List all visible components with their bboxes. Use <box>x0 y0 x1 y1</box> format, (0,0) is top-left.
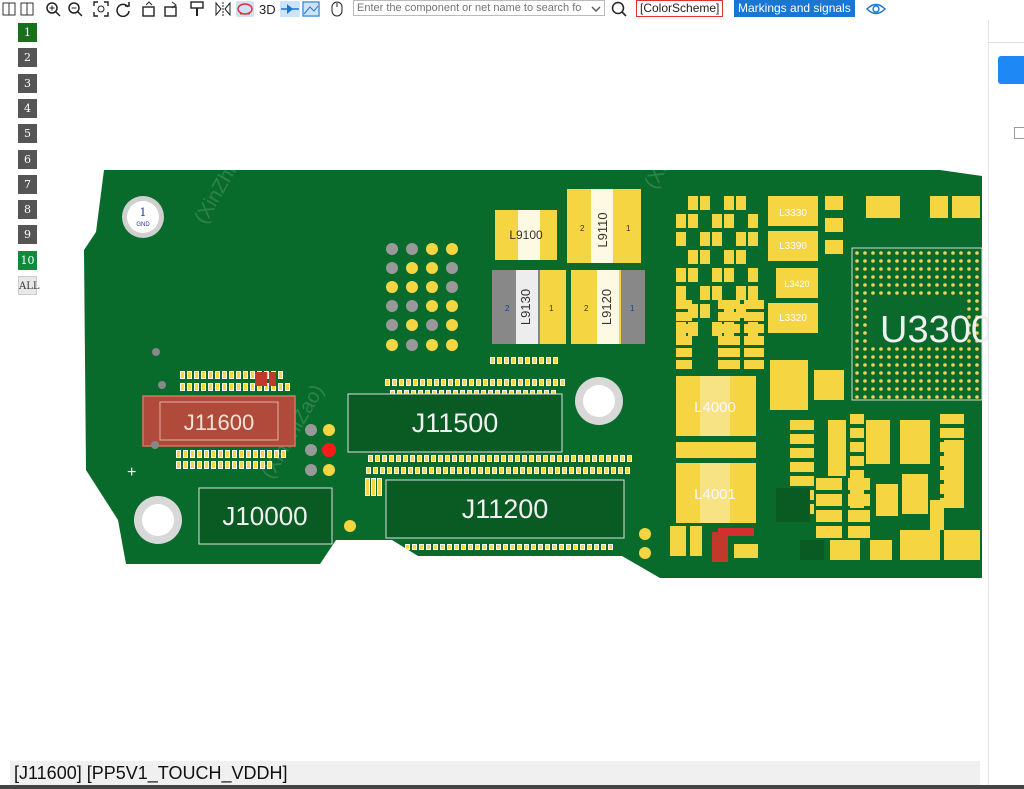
via-3 <box>305 464 317 476</box>
origin-cross: + <box>127 464 136 481</box>
mount-hole-left-inner <box>142 504 174 536</box>
panel-toggle-right-icon[interactable] <box>20 1 34 17</box>
image-compare-icon[interactable] <box>302 1 320 17</box>
svg-text:L3390: L3390 <box>779 241 807 252</box>
color-scheme-button[interactable]: [ColorScheme] <box>636 0 724 17</box>
inductor-l9100[interactable]: L9100 <box>495 210 557 260</box>
zoom-out-icon[interactable] <box>67 1 83 17</box>
svg-text:1: 1 <box>626 224 631 233</box>
rotate-left-icon[interactable] <box>141 1 157 17</box>
board-side-icon[interactable] <box>236 1 254 17</box>
connector-j11500[interactable]: J11500 <box>347 393 563 453</box>
pad-5 <box>323 464 335 476</box>
view-3d-button[interactable]: 3D <box>259 1 276 17</box>
inductor-l3320[interactable]: L3320 <box>768 303 818 333</box>
layer-button-7[interactable]: 7 <box>18 174 37 194</box>
layer-button-8[interactable]: 8 <box>18 200 37 220</box>
svg-text:1: 1 <box>549 304 554 313</box>
right-side-panel <box>988 20 1024 789</box>
panel-tab-divider <box>989 42 1024 43</box>
layer-button-1[interactable]: 1 <box>18 23 37 42</box>
via-1 <box>305 424 317 436</box>
layer-button-9[interactable]: 9 <box>18 225 37 245</box>
svg-text:J11500: J11500 <box>412 408 499 438</box>
svg-text:L3420: L3420 <box>784 279 809 289</box>
via-small-1 <box>152 348 160 356</box>
refresh-icon[interactable] <box>115 1 131 17</box>
chevron-down-icon[interactable] <box>590 1 602 17</box>
inductor-l4000[interactable]: L4000 <box>676 376 756 436</box>
via-2 <box>305 444 317 456</box>
via-small-3 <box>151 441 159 449</box>
svg-text:L9120: L9120 <box>599 289 614 325</box>
inductor-l9110[interactable]: L9110 2 1 <box>567 189 641 263</box>
search-input[interactable] <box>353 0 605 16</box>
svg-text:J11600: J11600 <box>184 410 255 435</box>
svg-text:2: 2 <box>505 304 510 313</box>
markings-signals-button[interactable]: Markings and signals <box>734 0 855 17</box>
inductor-l3330[interactable]: L3330 <box>768 196 818 226</box>
pcb-board-view[interactable]: (XinZhiZao) (XinZhiZao) (XinZhiZao) 1 GN… <box>0 0 1024 789</box>
zoom-in-icon[interactable] <box>45 1 61 17</box>
inductor-l9120[interactable]: L9120 2 1 <box>571 270 645 344</box>
inductor-l3420[interactable]: L3420 <box>776 268 818 298</box>
gnd-hole-number: 1 <box>140 206 147 219</box>
layer-button-5[interactable]: 5 <box>18 124 37 144</box>
panel-checkbox[interactable] <box>1014 127 1024 139</box>
layer-button-10[interactable]: 10 <box>18 250 37 270</box>
svg-text:2: 2 <box>580 224 585 233</box>
pad-4 <box>323 424 335 436</box>
svg-text:J10000: J10000 <box>222 501 307 531</box>
svg-text:L4000: L4000 <box>694 399 736 416</box>
svg-text:L3320: L3320 <box>779 313 807 324</box>
svg-text:L3330: L3330 <box>779 208 807 219</box>
window-bottom-border <box>0 785 1024 789</box>
inductor-l4001[interactable]: L4001 <box>676 463 756 523</box>
mirror-icon[interactable] <box>214 1 232 17</box>
via-small-2 <box>158 381 166 389</box>
rotate-right-icon[interactable] <box>163 1 179 17</box>
pad-6 <box>344 520 356 532</box>
fit-view-icon[interactable] <box>93 1 109 17</box>
svg-text:L9130: L9130 <box>518 289 533 325</box>
search-icon[interactable] <box>611 1 627 17</box>
gnd-hole-label: GND <box>136 222 150 228</box>
pad-7 <box>639 528 651 540</box>
svg-text:U3300: U3300 <box>880 309 992 351</box>
inductor-l3390[interactable]: L3390 <box>768 231 818 261</box>
layer-button-4[interactable]: 4 <box>18 98 37 118</box>
pad-8 <box>639 547 651 559</box>
paint-icon[interactable] <box>189 1 205 17</box>
mouse-icon[interactable] <box>331 1 343 17</box>
svg-text:2: 2 <box>584 304 589 313</box>
eye-icon[interactable] <box>866 1 886 17</box>
connector-j11600[interactable]: J11600 <box>142 395 296 447</box>
status-bar: [J11600] [PP5V1_TOUCH_VDDH] <box>10 761 980 785</box>
net-highlight-icon[interactable] <box>280 1 300 17</box>
toolbar: 3D [ColorScheme] Markings and signals <box>0 0 1024 18</box>
panel-action-button[interactable] <box>998 56 1024 84</box>
svg-text:L4001: L4001 <box>694 486 736 503</box>
layer-button-all[interactable]: ALL <box>18 276 40 295</box>
inductor-l9130[interactable]: L9130 2 1 <box>492 270 566 344</box>
test-point-red[interactable] <box>322 443 336 457</box>
layer-button-6[interactable]: 6 <box>18 149 37 169</box>
svg-text:L9100: L9100 <box>509 228 543 242</box>
svg-text:L9110: L9110 <box>595 212 610 247</box>
layer-button-2[interactable]: 2 <box>18 48 37 68</box>
panel-toggle-icon[interactable] <box>2 1 16 17</box>
layer-button-3[interactable]: 3 <box>18 73 37 93</box>
svg-text:1: 1 <box>630 304 635 313</box>
connector-j10000[interactable]: J10000 <box>198 487 333 545</box>
chip-u3300[interactable]: U3300 <box>851 247 992 401</box>
connector-j11200[interactable]: J11200 <box>385 479 625 539</box>
svg-text:J11200: J11200 <box>462 494 549 524</box>
mount-hole-center-inner <box>583 385 615 417</box>
